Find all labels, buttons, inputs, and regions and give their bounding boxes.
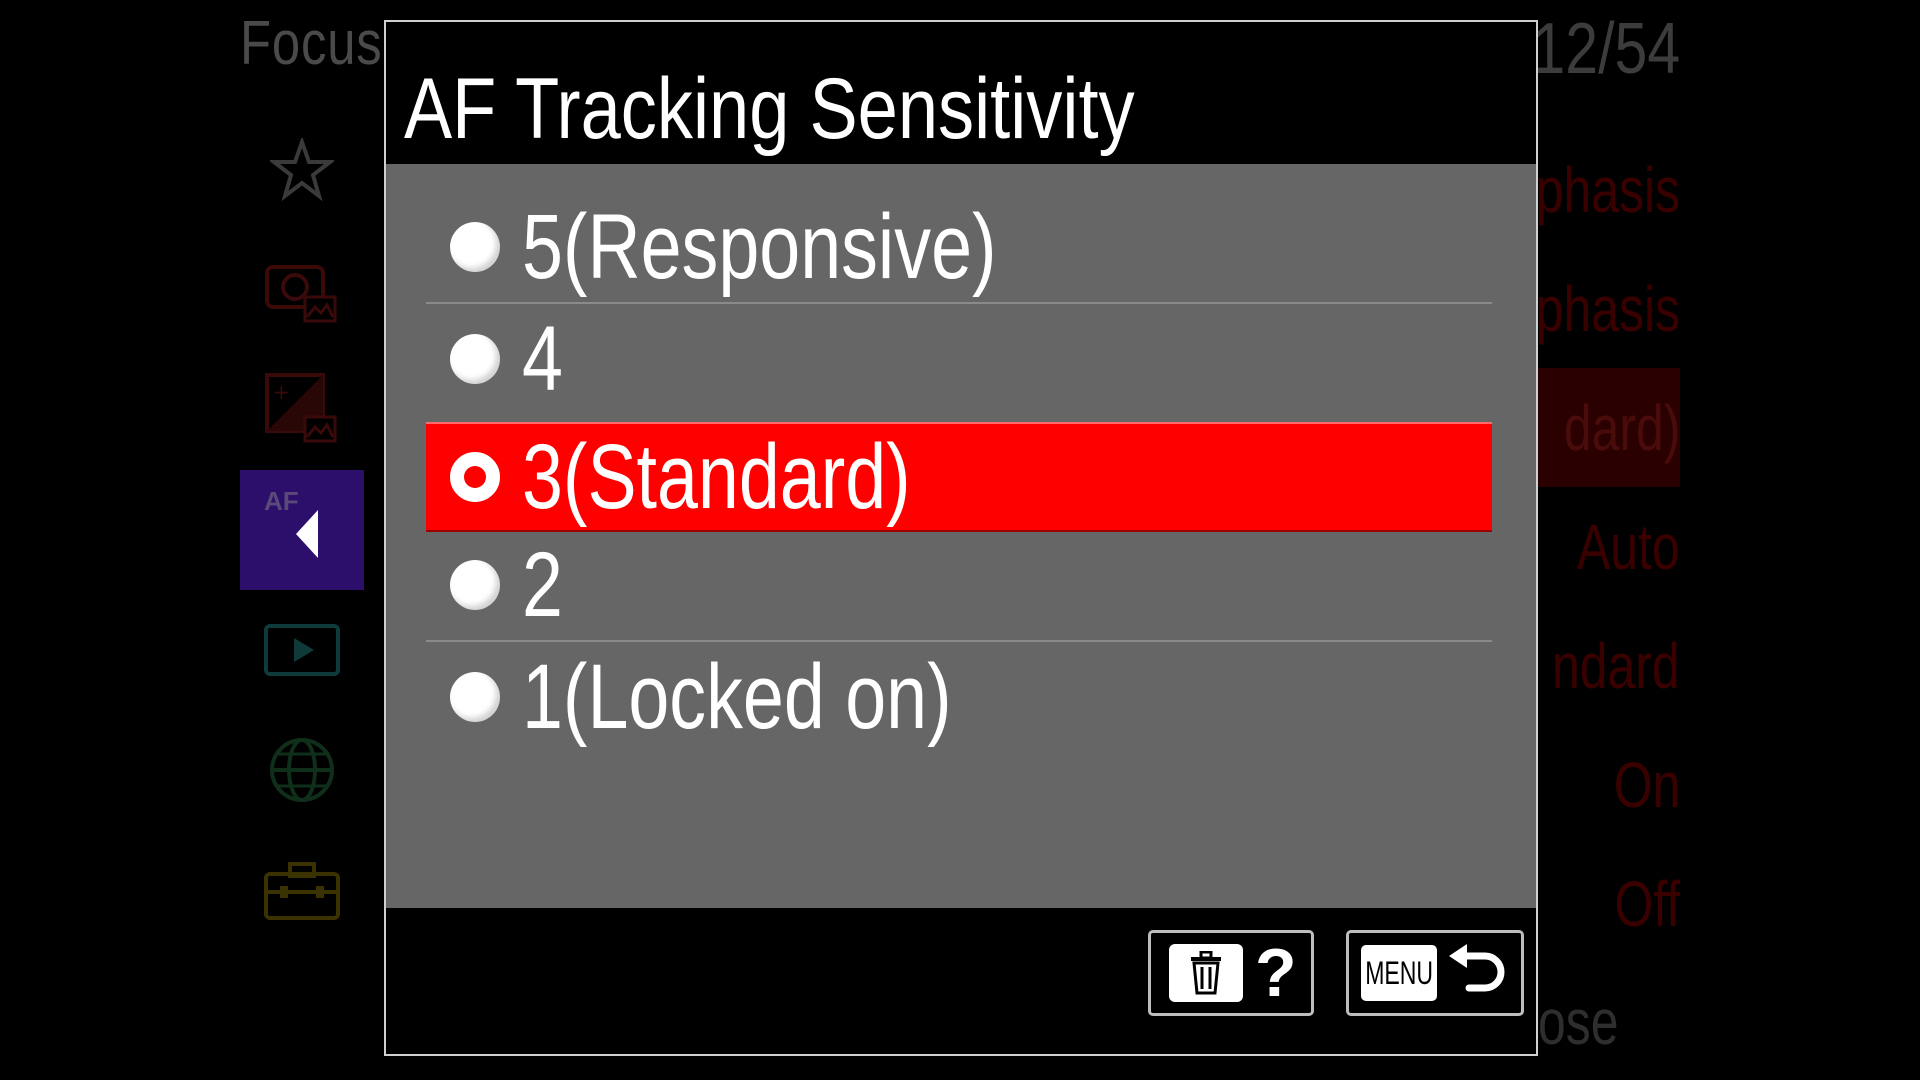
camera-menu-screen: Focus 12/54 + AF phasis phasis dard) Aut… [0, 0, 1920, 1080]
back-button[interactable]: MENU [1346, 930, 1524, 1016]
sidebar-item-setup[interactable] [240, 830, 364, 950]
help-label: ? [1255, 935, 1297, 1011]
back-arrow-icon [296, 510, 318, 558]
background-menu-title: Focus [240, 9, 383, 78]
return-arrow-icon [1449, 944, 1505, 992]
toolbox-icon [264, 862, 340, 920]
playback-icon [264, 624, 340, 676]
option-item[interactable]: 2 [426, 530, 1492, 642]
option-item[interactable]: 1(Locked on) [426, 642, 1492, 752]
trash-icon [1169, 944, 1243, 1002]
exposure-icon: + [265, 373, 337, 443]
af-tracking-sensitivity-dialog: AF Tracking Sensitivity 5(Responsive) 4 … [384, 20, 1538, 1056]
radio-button-selected-icon [450, 452, 500, 502]
option-label: 4 [522, 308, 563, 410]
network-globe-icon [270, 738, 334, 802]
page-indicator: 12/54 [1532, 9, 1680, 89]
dialog-title: AF Tracking Sensitivity [404, 61, 1135, 157]
background-value-selected: dard) [1538, 368, 1680, 487]
background-value: Auto [1577, 510, 1680, 583]
radio-button-icon [450, 334, 500, 384]
option-label: 2 [522, 534, 563, 636]
option-item[interactable]: 4 [426, 304, 1492, 414]
sidebar-item-shooting[interactable] [240, 230, 364, 350]
background-values: phasis phasis dard) Auto ndard On Off [1538, 130, 1680, 963]
svg-text:+: + [273, 380, 290, 404]
sidebar-item-af-mf[interactable]: AF [240, 470, 364, 590]
background-value: phasis [1538, 153, 1680, 226]
radio-button-icon [450, 560, 500, 610]
af-mf-icon: AF [264, 486, 299, 516]
option-item[interactable]: 5(Responsive) [426, 192, 1492, 304]
sidebar-item-exposure[interactable]: + [240, 350, 364, 470]
background-value: Off [1614, 867, 1680, 940]
background-sidebar: + AF [240, 110, 364, 950]
radio-button-icon [450, 672, 500, 722]
sidebar-item-network[interactable] [240, 710, 364, 830]
sidebar-item-playback[interactable] [240, 590, 364, 710]
option-label: 1(Locked on) [522, 646, 952, 748]
background-value: phasis [1538, 272, 1680, 345]
radio-button-icon [450, 222, 500, 272]
help-button[interactable]: ? [1148, 930, 1314, 1016]
option-label: 3(Standard) [522, 426, 911, 528]
background-bottom-text: ose [1538, 986, 1619, 1058]
star-icon [270, 138, 334, 202]
camera-photo-icon [265, 265, 337, 323]
option-label: 5(Responsive) [522, 196, 997, 298]
menu-key-icon: MENU [1361, 945, 1437, 1001]
sidebar-item-favorites[interactable] [240, 110, 364, 230]
option-item-selected[interactable]: 3(Standard) [426, 422, 1492, 532]
options-list: 5(Responsive) 4 3(Standard) 2 1(Locked o… [386, 164, 1536, 908]
background-value: On [1613, 748, 1680, 821]
background-value: ndard [1552, 629, 1680, 702]
menu-label: MENU [1365, 954, 1433, 991]
